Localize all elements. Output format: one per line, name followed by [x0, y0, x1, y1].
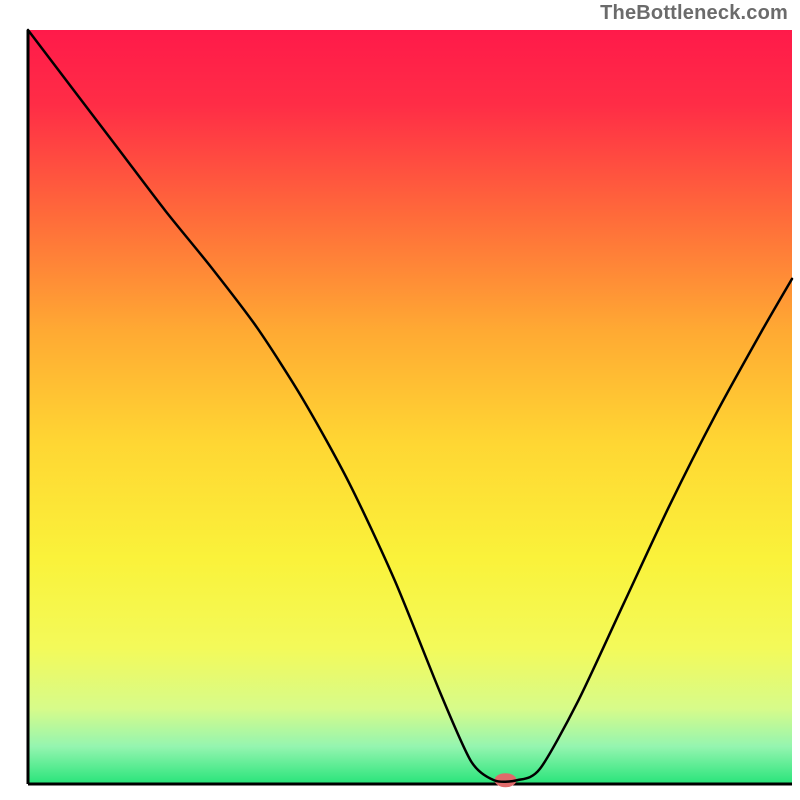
bottleneck-chart: [0, 0, 800, 800]
plot-background: [28, 30, 792, 784]
chart-container: TheBottleneck.com: [0, 0, 800, 800]
